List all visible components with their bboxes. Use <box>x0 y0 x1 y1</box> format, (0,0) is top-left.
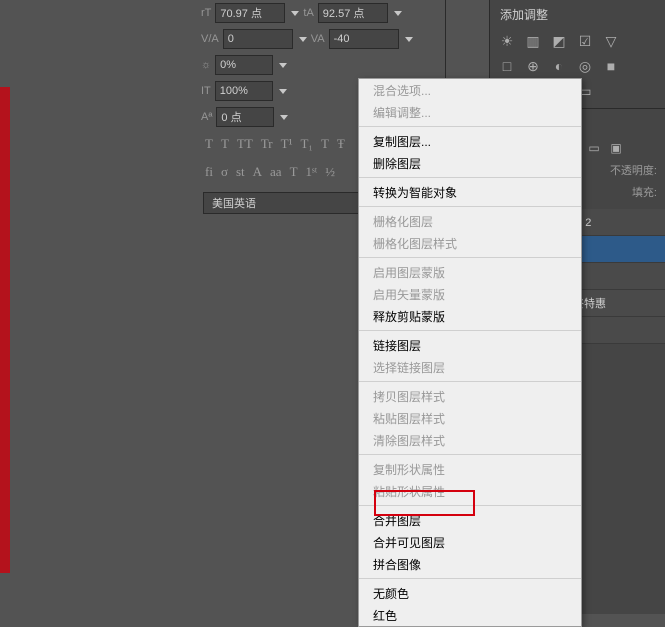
adjustment-icons-row-2: □ ⊕ ◐ ◎ ■ <box>490 54 665 79</box>
opacity-field[interactable]: 0% <box>215 55 273 75</box>
menu-item[interactable]: 释放剪贴蒙版 <box>359 305 581 327</box>
smart-icon[interactable]: ▣ <box>608 141 624 155</box>
kerning-icon: V/A <box>201 33 219 45</box>
superscript-icon[interactable]: T¹ <box>281 136 293 152</box>
canvas-edge <box>0 87 10 573</box>
brightness-icon[interactable]: ☀ <box>498 33 516 50</box>
chev-icon[interactable] <box>291 11 299 16</box>
discretionary-icon[interactable]: st <box>236 164 245 180</box>
menu-item[interactable]: 链接图层 <box>359 334 581 356</box>
menu-item: 启用矢量蒙版 <box>359 283 581 305</box>
stylistic-icon[interactable]: aa <box>270 164 282 180</box>
chev-icon[interactable] <box>279 63 287 68</box>
menu-separator <box>359 330 581 331</box>
tracking-icon: VA <box>311 33 325 45</box>
menu-item[interactable]: 合并图层 <box>359 509 581 531</box>
leading-field[interactable]: 92.57 点 <box>318 3 388 23</box>
shape-icon[interactable]: ▭ <box>586 141 602 155</box>
adjustments-title: 添加调整 <box>490 0 665 29</box>
tracking-field[interactable]: -40 <box>329 29 399 49</box>
baseline-field[interactable]: 0 点 <box>216 107 274 127</box>
swash-icon[interactable]: A <box>253 164 262 180</box>
strikethrough-icon[interactable]: Ŧ <box>337 136 345 152</box>
vscale-icon: IT <box>201 85 211 97</box>
font-size-icon: rT <box>201 7 211 19</box>
menu-item: 粘贴形状属性 <box>359 480 581 502</box>
menu-separator <box>359 505 581 506</box>
levels-icon[interactable]: ▥ <box>524 33 542 50</box>
ligature-icon[interactable]: fi <box>205 164 213 180</box>
menu-item[interactable]: 合并可见图层 <box>359 531 581 553</box>
menu-item: 复制形状属性 <box>359 458 581 480</box>
adjustment-icons-row-1: ☀ ▥ ◩ ☑ ▽ <box>490 29 665 54</box>
menu-separator <box>359 454 581 455</box>
menu-item: 清除图层样式 <box>359 429 581 451</box>
language-value: 美国英语 <box>212 195 256 211</box>
mixer-icon[interactable]: ■ <box>602 58 620 75</box>
allcaps-icon[interactable]: TT <box>237 136 253 152</box>
hue-icon[interactable]: □ <box>498 58 516 75</box>
opacity-icon: ☼ <box>201 59 211 71</box>
baseline-icon: Aª <box>201 111 212 123</box>
chev-icon[interactable] <box>405 37 413 42</box>
vscale-field[interactable]: 100% <box>215 81 273 101</box>
alt-icon[interactable]: σ <box>221 164 228 180</box>
menu-item: 选择链接图层 <box>359 356 581 378</box>
kerning-field[interactable]: 0 <box>223 29 293 49</box>
underline-icon[interactable]: T <box>321 136 329 152</box>
menu-item: 启用图层蒙版 <box>359 261 581 283</box>
menu-item[interactable]: 拼合图像 <box>359 553 581 575</box>
chev-icon[interactable] <box>280 115 288 120</box>
ordinals-icon[interactable]: 1ˢᵗ <box>306 164 318 180</box>
subscript-icon[interactable]: T₁ <box>300 136 312 152</box>
fractions-icon[interactable]: ½ <box>325 164 335 180</box>
titling-icon[interactable]: T <box>290 164 298 180</box>
menu-separator <box>359 126 581 127</box>
photo-filter-icon[interactable]: ◎ <box>576 58 594 75</box>
leading-icon: tA <box>303 7 313 19</box>
menu-item[interactable]: 红色 <box>359 604 581 626</box>
chev-icon[interactable] <box>394 11 402 16</box>
menu-separator <box>359 177 581 178</box>
chev-icon[interactable] <box>279 89 287 94</box>
menu-item[interactable]: 转换为智能对象 <box>359 181 581 203</box>
menu-separator <box>359 206 581 207</box>
opacity-label: 不透明度: <box>610 162 657 178</box>
balance-icon[interactable]: ⊕ <box>524 58 542 75</box>
menu-item: 栅格化图层样式 <box>359 232 581 254</box>
menu-item: 栅格化图层 <box>359 210 581 232</box>
menu-separator <box>359 381 581 382</box>
font-size-field[interactable]: 70.97 点 <box>215 3 285 23</box>
menu-item[interactable]: 无颜色 <box>359 582 581 604</box>
menu-separator <box>359 578 581 579</box>
vibrance-icon[interactable]: ▽ <box>602 33 620 50</box>
menu-item: 粘贴图层样式 <box>359 407 581 429</box>
bw-icon[interactable]: ◐ <box>550 58 568 75</box>
chev-icon[interactable] <box>299 37 307 42</box>
layer-context-menu: 混合选项...编辑调整... 复制图层...删除图层转换为智能对象栅格化图层栅格化… <box>358 78 582 627</box>
menu-item: 拷贝图层样式 <box>359 385 581 407</box>
menu-item[interactable]: 删除图层 <box>359 152 581 174</box>
menu-item[interactable]: 复制图层... <box>359 130 581 152</box>
menu-separator <box>359 257 581 258</box>
faux-bold-icon[interactable]: T <box>205 136 213 152</box>
curves-icon[interactable]: ◩ <box>550 33 568 50</box>
smallcaps-icon[interactable]: Tr <box>261 136 273 152</box>
faux-italic-icon[interactable]: T <box>221 136 229 152</box>
menu-item: 混合选项... <box>359 79 581 101</box>
fill-label: 填充: <box>632 184 657 200</box>
exposure-icon[interactable]: ☑ <box>576 33 594 50</box>
menu-item: 编辑调整... <box>359 101 581 123</box>
